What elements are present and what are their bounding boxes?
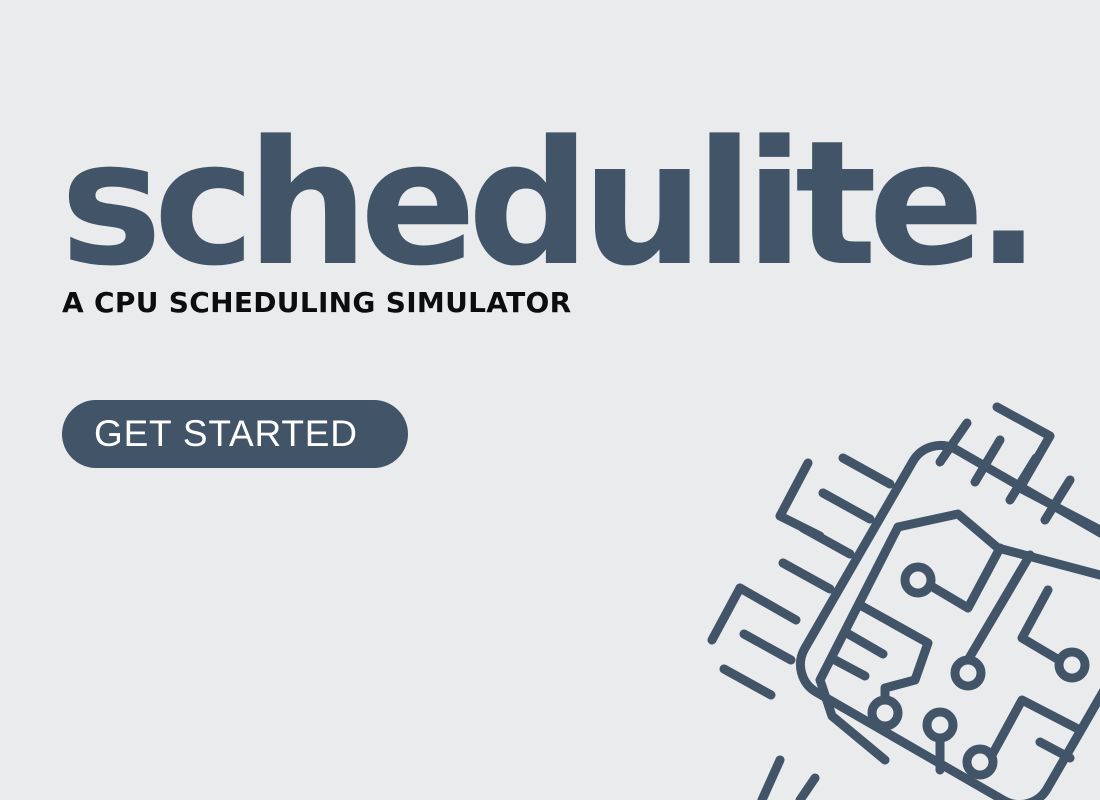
- cpu-chip-icon: [707, 402, 1100, 800]
